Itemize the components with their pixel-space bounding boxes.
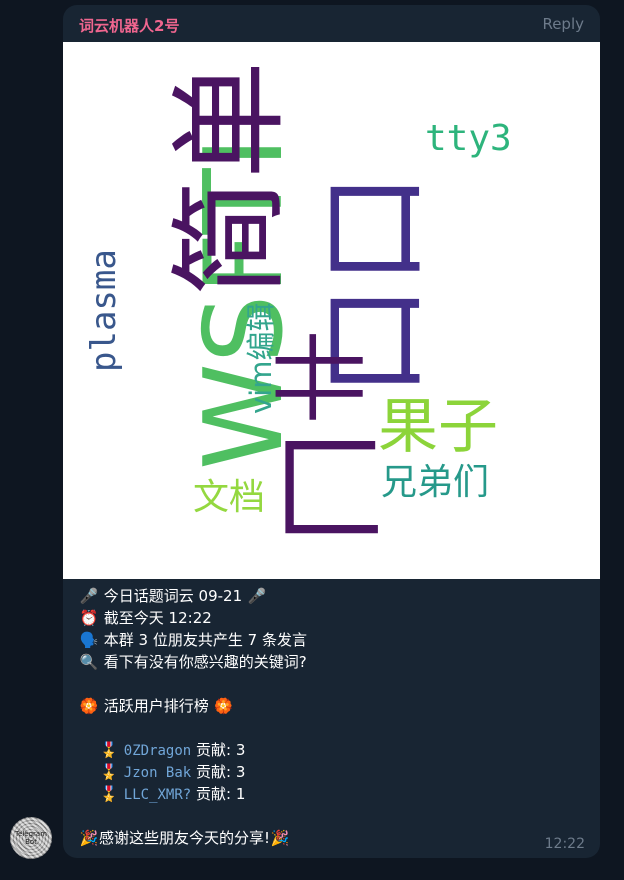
topic-text: 今日话题词云 09-21 xyxy=(103,587,243,605)
word-guozi: 果子 xyxy=(378,392,498,462)
thanks-line: 🎉感谢这些朋友今天的分享!🎉 xyxy=(79,827,584,849)
avatar-label: Telegram Bot xyxy=(14,830,48,846)
contribution-count: 3 xyxy=(235,763,246,781)
user-name[interactable]: Jzon Bak xyxy=(124,765,191,781)
contribution-label: 贡献: xyxy=(196,785,232,803)
topic-line: 🎤 今日话题词云 09-21 🎤 xyxy=(79,585,584,607)
keyword-text: 看下有没有你感兴趣的关键词? xyxy=(103,653,307,671)
message-header: 词云机器人2号 Reply xyxy=(63,5,600,42)
alarm-clock-icon: ⏰ xyxy=(79,609,99,627)
message-time: 12:22 xyxy=(544,836,585,852)
contribution-label: 贡献: xyxy=(196,741,232,759)
reply-button[interactable]: Reply xyxy=(542,15,584,33)
word-wendang: 文档 xyxy=(193,477,265,518)
contribution-count: 1 xyxy=(235,785,246,803)
user-name[interactable]: LLC_XMR? xyxy=(124,787,191,803)
thanks-text: 感谢这些朋友今天的分享! xyxy=(99,829,271,847)
deadline-text: 截至今天 12:22 xyxy=(103,609,212,627)
contribution-label: 贡献: xyxy=(196,763,232,781)
stats-text: 本群 3 位朋友共产生 7 条发言 xyxy=(103,631,307,649)
microphone-icon: 🎤 xyxy=(79,587,99,605)
speaking-head-icon: 🗣️ xyxy=(79,631,99,649)
keyword-line: 🔍 看下有没有你感兴趣的关键词? xyxy=(79,651,584,673)
wordcloud-image[interactable]: WSFTI 简单 口口 果子 文档 兄弟们 tty3 vim编辑 plasma … xyxy=(63,42,600,579)
rosette-icon: 🏵️ xyxy=(214,697,233,715)
stats-line: 🗣️ 本群 3 位朋友共产生 7 条发言 xyxy=(79,629,584,651)
microphone-icon: 🎤 xyxy=(247,587,267,605)
party-popper-icon: 🎉 xyxy=(79,829,99,847)
rosette-icon: 🏵️ xyxy=(79,697,99,715)
sender-avatar[interactable]: Telegram Bot xyxy=(10,817,52,859)
rank-title-text: 活跃用户排行榜 xyxy=(103,697,209,715)
contribution-count: 3 xyxy=(235,741,246,759)
medal-icon: 🎖️ xyxy=(99,763,119,781)
deadline-line: ⏰ 截至今天 12:22 xyxy=(79,607,584,629)
word-c-bracket: 匚 xyxy=(271,422,389,560)
message-bubble: 词云机器人2号 Reply WSFTI 简单 口口 果子 文档 兄弟们 tty3… xyxy=(63,5,600,858)
user-name[interactable]: 0ZDragon xyxy=(124,743,191,759)
magnifier-icon: 🔍 xyxy=(79,653,99,671)
party-popper-icon: 🎉 xyxy=(270,829,290,847)
message-text: 🎤 今日话题词云 09-21 🎤 ⏰ 截至今天 12:22 🗣️ 本群 3 位朋… xyxy=(79,585,584,849)
rank-user-row: 🎖️ Jzon Bak 贡献: 3 xyxy=(79,761,584,783)
word-nian: 卄 xyxy=(266,329,378,425)
medal-icon: 🎖️ xyxy=(99,741,119,759)
chat-area: Telegram Bot 词云机器人2号 Reply WSFTI 简单 口口 果… xyxy=(0,0,624,880)
word-plasma: plasma xyxy=(84,249,124,372)
rank-user-row: 🎖️ 0ZDragon 贡献: 3 xyxy=(79,739,584,761)
word-tty3: tty3 xyxy=(425,118,512,159)
rank-title-line: 🏵️ 活跃用户排行榜 🏵️ xyxy=(79,695,584,717)
rank-user-row: 🎖️ LLC_XMR? 贡献: 1 xyxy=(79,783,584,805)
wordcloud-svg: WSFTI 简单 口口 果子 文档 兄弟们 tty3 vim编辑 plasma … xyxy=(84,61,512,560)
medal-icon: 🎖️ xyxy=(99,785,119,803)
sender-name[interactable]: 词云机器人2号 xyxy=(79,15,179,36)
word-xiongdimen: 兄弟们 xyxy=(381,462,489,503)
word-jiandan: 简单 xyxy=(161,61,299,297)
